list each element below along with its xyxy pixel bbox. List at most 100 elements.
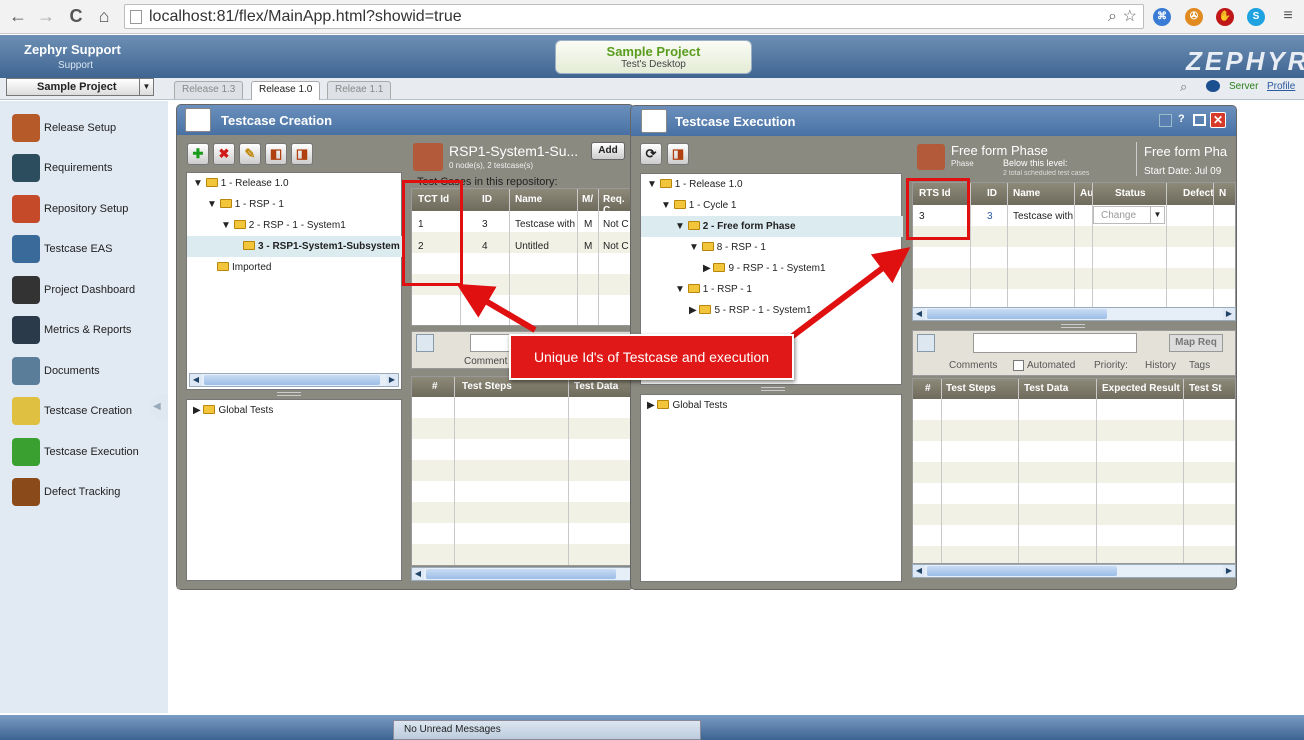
refresh-button[interactable]: ⟳ (640, 143, 662, 165)
detail-search-input[interactable] (973, 333, 1137, 353)
chevron-down-icon[interactable]: ▼ (1150, 207, 1164, 223)
tab-priority[interactable]: Priority: (1094, 360, 1128, 371)
zoom-icon[interactable]: ⌕ (1108, 5, 1117, 28)
add-node-button[interactable]: ✚ (187, 143, 209, 165)
reload-icon[interactable]: C (64, 4, 88, 28)
project-select[interactable]: Sample Project ▼ (6, 78, 154, 96)
tab-history[interactable]: History (1145, 360, 1176, 371)
sidebar-item-testcase-execution[interactable]: Testcase Execution (12, 436, 162, 468)
bookmark-star-icon[interactable]: ☆ (1123, 5, 1137, 28)
status-select[interactable]: Change ▼ (1093, 206, 1165, 224)
column-header-id[interactable]: ID (482, 194, 492, 205)
address-bar[interactable]: localhost:81/flex/MainApp.html?showid=tr… (124, 4, 1144, 29)
tab-release-1-1[interactable]: Releae 1.1 (327, 81, 392, 99)
tree-node-release[interactable]: ▼ 1 - Release 1.0 (647, 174, 901, 195)
window-titlebar[interactable]: Testcase Execution ? ✕ (631, 106, 1236, 136)
adblock-icon[interactable]: ✋ (1216, 8, 1234, 26)
column-header-expected-result[interactable]: Expected Result (1102, 383, 1180, 394)
column-header-test-data[interactable]: Test Data (574, 381, 618, 392)
forward-icon[interactable]: → (34, 4, 58, 28)
minimize-icon[interactable] (1159, 114, 1172, 127)
steps-scrollbar[interactable]: ◀ ▶ (912, 564, 1236, 578)
tab-tags[interactable]: Tags (1189, 360, 1210, 371)
column-header-notes[interactable]: N (1219, 188, 1226, 199)
skype-icon[interactable]: S (1247, 8, 1265, 26)
cell-m: M (584, 241, 593, 252)
help-icon[interactable]: ? (1178, 113, 1185, 125)
column-header-req[interactable]: Req. C (603, 194, 630, 216)
tree-node-subsystem[interactable]: 3 - RSP1-System1-Subsystem (187, 236, 405, 257)
tab-comment[interactable]: Comment (464, 356, 507, 367)
tree-node-global-tests[interactable]: ▶ Global Tests (647, 395, 727, 416)
tree-node-system[interactable]: ▶ 5 - RSP - 1 - System1 (647, 300, 901, 321)
rename-node-button[interactable]: ✎ (239, 143, 261, 165)
tree-node-rsp[interactable]: ▼ 1 - RSP - 1 (647, 279, 901, 300)
cell-id-link[interactable]: 3 (987, 211, 993, 222)
home-icon[interactable]: ⌂ (92, 4, 116, 28)
column-header-step-number[interactable]: # (432, 381, 438, 392)
column-header-name[interactable]: Name (515, 194, 542, 205)
back-icon[interactable]: ← (6, 4, 30, 28)
messages-panel[interactable]: No Unread Messages (393, 720, 701, 740)
export-button[interactable]: ◨ (291, 143, 313, 165)
splitter-handle[interactable] (761, 387, 785, 391)
chat-icon[interactable] (1206, 80, 1220, 92)
tree-node-imported[interactable]: Imported (193, 257, 399, 278)
splitter-handle[interactable] (277, 392, 301, 396)
maximize-icon[interactable] (1193, 114, 1206, 126)
tree-node-system[interactable]: ▶ 9 - RSP - 1 - System1 (647, 258, 901, 279)
column-header-defect[interactable]: Defect (1183, 188, 1214, 199)
tree-node-phase[interactable]: ▼ 2 - Free form Phase (641, 216, 903, 237)
sidebar-item-defect-tracking[interactable]: Defect Tracking (12, 476, 162, 508)
tab-release-1-3[interactable]: Release 1.3 (174, 81, 244, 99)
tab-automated[interactable]: Automated (1027, 360, 1075, 371)
tree-node-system[interactable]: ▼ 2 - RSP - 1 - System1 (193, 215, 399, 236)
map-req-button[interactable]: Map Req (1169, 334, 1223, 352)
column-header-name[interactable]: Name (1013, 188, 1040, 199)
automated-checkbox[interactable] (1013, 360, 1024, 371)
splitter-handle[interactable] (1061, 324, 1085, 328)
tree-node-cycle[interactable]: ▼ 1 - Cycle 1 (647, 195, 901, 216)
tree-node-label: 3 - RSP1-System1-Subsystem (258, 241, 400, 252)
sidebar-item-metrics-reports[interactable]: Metrics & Reports (12, 314, 162, 346)
extension-icon[interactable]: ✇ (1185, 8, 1203, 26)
sidebar-item-documents[interactable]: Documents (12, 355, 162, 387)
column-header-status[interactable]: Status (1115, 188, 1146, 199)
tree-node-rsp[interactable]: ▼ 8 - RSP - 1 (647, 237, 901, 258)
sidebar-item-testcase-eas[interactable]: Testcase EAS (12, 233, 162, 265)
column-header-id[interactable]: ID (987, 188, 997, 199)
sidebar-item-repository-setup[interactable]: Repository Setup (12, 193, 162, 225)
tab-comments[interactable]: Comments (949, 360, 997, 371)
server-link[interactable]: Server (1229, 81, 1258, 92)
test-steps-grid: # Test Steps Test Data (411, 376, 631, 566)
window-titlebar[interactable]: Testcase Creation (177, 105, 633, 135)
import-button[interactable]: ◧ (265, 143, 287, 165)
export-button[interactable]: ◨ (667, 143, 689, 165)
menu-icon[interactable]: ≡ (1276, 4, 1300, 28)
profile-link[interactable]: Profile (1267, 81, 1295, 92)
column-header-test-steps[interactable]: Test Steps (946, 383, 996, 394)
extension-icon[interactable]: ⌘ (1153, 8, 1171, 26)
column-header-test-data[interactable]: Test Data (1024, 383, 1068, 394)
column-header-test-status[interactable]: Test St (1189, 383, 1222, 394)
tree-node-global-tests[interactable]: ▶ Global Tests (193, 400, 273, 421)
tree-node-release[interactable]: ▼ 1 - Release 1.0 (193, 173, 399, 194)
tree-scrollbar[interactable]: ◀ ▶ (189, 373, 399, 387)
column-header-m[interactable]: M/ (582, 194, 593, 205)
tab-release-1-0[interactable]: Release 1.0 (251, 81, 321, 100)
chevron-down-icon[interactable]: ▼ (139, 79, 153, 95)
column-header-step-number[interactable]: # (925, 383, 931, 394)
sidebar-item-requirements[interactable]: Requirements (12, 152, 162, 184)
tree-node-rsp[interactable]: ▼ 1 - RSP - 1 (193, 194, 399, 215)
search-icon[interactable]: ⌕ (1180, 79, 1187, 95)
steps-scrollbar[interactable]: ◀ (411, 567, 631, 581)
column-header-test-steps[interactable]: Test Steps (462, 381, 512, 392)
close-icon[interactable]: ✕ (1210, 112, 1226, 128)
delete-node-button[interactable]: ✖ (213, 143, 235, 165)
execution-scrollbar[interactable]: ◀ ▶ (912, 307, 1236, 321)
sidebar-item-project-dashboard[interactable]: Project Dashboard (12, 274, 162, 306)
sidebar-item-release-setup[interactable]: Release Setup (12, 112, 162, 144)
sidebar-item-testcase-creation[interactable]: Testcase Creation (12, 395, 162, 427)
sidebar-item-label: Testcase Execution (44, 446, 139, 458)
add-button[interactable]: Add (591, 142, 625, 160)
